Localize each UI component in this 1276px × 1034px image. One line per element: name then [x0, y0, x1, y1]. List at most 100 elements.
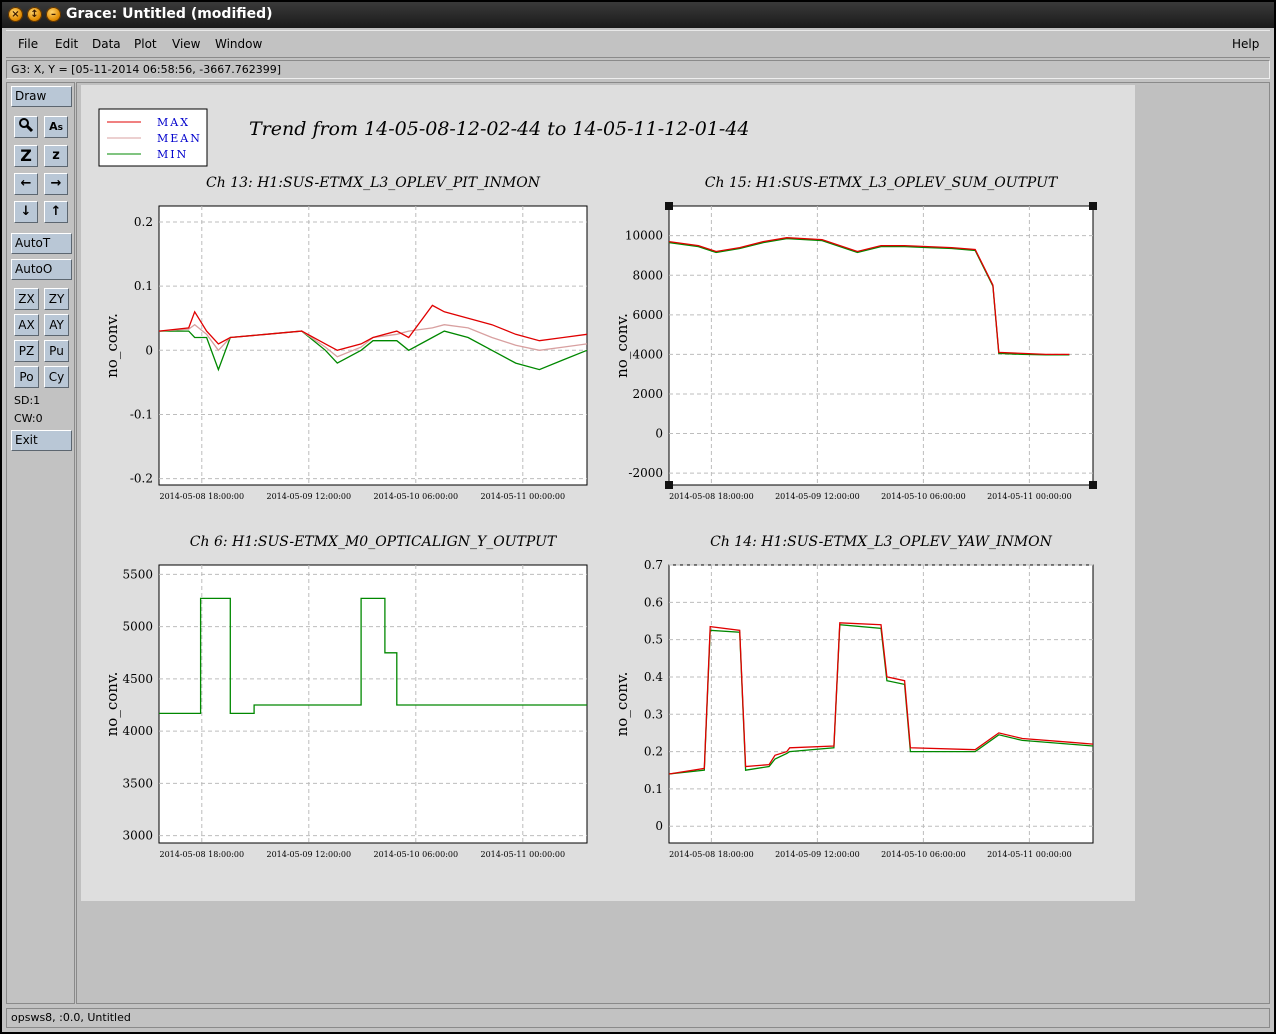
- ay-button[interactable]: AY: [44, 314, 69, 336]
- po-button[interactable]: Po: [14, 366, 39, 388]
- x-tick-label: 2014-05-09 12:00:00: [266, 492, 351, 501]
- chart-2[interactable]: 5500 5000 4500 4000 3500 3000 2014-05-08 18:00…: [103, 534, 588, 859]
- y-tick-label: 0.3: [644, 707, 663, 721]
- minimize-window-icon[interactable]: –: [46, 7, 61, 22]
- status-text: opsws8, :0.0, Untitled: [11, 1011, 131, 1024]
- x-tick-label: 2014-05-11 00:00:00: [480, 492, 565, 501]
- selection-handle[interactable]: [1089, 202, 1097, 210]
- autoo-button[interactable]: AutoO: [11, 259, 72, 280]
- menu-window[interactable]: Window: [215, 37, 262, 51]
- y-axis-label: no_conv.: [613, 672, 631, 737]
- chart-1[interactable]: 10000 8000 6000 4000 2000 0 -2000 2014-05-08 18…: [613, 175, 1097, 501]
- y-tick-label: -0.1: [130, 407, 153, 421]
- x-tick-label: 2014-05-11 00:00:00: [480, 850, 565, 859]
- x-tick-label: 2014-05-08 18:00:00: [669, 850, 754, 859]
- x-tick-label: 2014-05-10 06:00:00: [881, 850, 966, 859]
- plot-area[interactable]: [668, 205, 1094, 486]
- pu-button[interactable]: Pu: [44, 340, 69, 362]
- y-tick-label: 0.5: [644, 633, 663, 647]
- plot-area[interactable]: [668, 564, 1094, 844]
- y-tick-label: 0.2: [134, 215, 153, 229]
- autoscale-z-icon[interactable]: Z: [14, 145, 38, 167]
- y-tick-label: 2000: [632, 387, 663, 401]
- plot-page[interactable]: MAX MEAN MIN Trend from 14-05-08-12-02-4…: [81, 85, 1135, 901]
- title-bar[interactable]: × ↕ – Grace: Untitled (modified): [2, 2, 1274, 28]
- canvas-area[interactable]: MAX MEAN MIN Trend from 14-05-08-12-02-4…: [76, 82, 1270, 1004]
- x-tick-label: 2014-05-11 00:00:00: [987, 492, 1072, 501]
- chart-title: Ch 15: H1:SUS-ETMX_L3_OPLEV_SUM_OUTPUT: [705, 175, 1059, 191]
- draw-button[interactable]: Draw: [11, 86, 72, 107]
- legend[interactable]: MAX MEAN MIN: [98, 108, 208, 167]
- menu-help[interactable]: Help: [1232, 37, 1259, 51]
- locator-bar: G3: X, Y = [05-11-2014 06:58:56, -3667.7…: [6, 60, 1270, 79]
- chart-3[interactable]: 0.7 0.6 0.5 0.4 0.3 0.2 0.1 0 2014-05-08 18:00:0…: [613, 534, 1094, 859]
- y-tick-label: 0.7: [644, 558, 663, 572]
- locator-text: G3: X, Y = [05-11-2014 06:58:56, -3667.7…: [11, 63, 282, 76]
- figure-canvas[interactable]: MAX MEAN MIN Trend from 14-05-08-12-02-4…: [81, 85, 1135, 901]
- up-arrow-icon[interactable]: ↑: [44, 201, 68, 223]
- y-tick-label: 3000: [122, 829, 153, 843]
- legend-min-label: MIN: [157, 148, 188, 161]
- y-tick-label: 0.6: [644, 595, 663, 609]
- y-tick-label: 8000: [632, 268, 663, 282]
- right-arrow-icon[interactable]: →: [44, 173, 68, 195]
- zoom-icon[interactable]: [14, 116, 38, 138]
- chart-title: Ch 6: H1:SUS-ETMX_M0_OPTICALIGN_Y_OUTPUT: [190, 534, 558, 550]
- ax-button[interactable]: AX: [14, 314, 39, 336]
- plot-area[interactable]: [158, 564, 588, 844]
- menu-edit[interactable]: Edit: [55, 37, 78, 51]
- x-tick-label: 2014-05-08 18:00:00: [159, 850, 244, 859]
- menu-data[interactable]: Data: [92, 37, 121, 51]
- sd-indicator: SD:1: [14, 394, 41, 407]
- menu-view[interactable]: View: [172, 37, 200, 51]
- chart-title: Ch 14: H1:SUS-ETMX_L3_OPLEV_YAW_INMON: [710, 534, 1052, 550]
- y-tick-label: -2000: [628, 466, 663, 480]
- y-tick-label: 4000: [632, 347, 663, 361]
- x-tick-label: 2014-05-10 06:00:00: [373, 850, 458, 859]
- y-tick-label: 3500: [122, 776, 153, 790]
- legend-max-label: MAX: [157, 116, 190, 129]
- selection-handle[interactable]: [665, 202, 673, 210]
- y-tick-label: 6000: [632, 308, 663, 322]
- pz-button[interactable]: PZ: [14, 340, 39, 362]
- y-tick-label: 4500: [122, 672, 153, 686]
- y-axis-label: no_conv.: [103, 313, 121, 378]
- down-arrow-icon[interactable]: ↓: [14, 201, 38, 223]
- grace-window: × ↕ – Grace: Untitled (modified) File Ed…: [2, 2, 1274, 1032]
- text-icon[interactable]: As: [44, 116, 68, 138]
- figure-title: Trend from 14-05-08-12-02-44 to 14-05-11…: [249, 118, 750, 140]
- y-tick-label: 0: [655, 819, 663, 833]
- charts-group: 0.2 0.1 0 -0.1 -0.2 2014-05-08 18:00:00 2014-0…: [103, 175, 1097, 859]
- cy-button[interactable]: Cy: [44, 366, 69, 388]
- x-tick-label: 2014-05-09 12:00:00: [775, 850, 860, 859]
- x-tick-label: 2014-05-10 06:00:00: [373, 492, 458, 501]
- maximize-window-icon[interactable]: ↕: [27, 7, 42, 22]
- y-tick-label: -0.2: [130, 472, 153, 486]
- y-tick-label: 0: [145, 343, 153, 357]
- cw-indicator: CW:0: [14, 412, 43, 425]
- y-axis-label: no_conv.: [613, 313, 631, 378]
- zoom-z-icon[interactable]: z: [44, 145, 68, 167]
- y-tick-label: 0.2: [644, 745, 663, 759]
- chart-title: Ch 13: H1:SUS-ETMX_L3_OPLEV_PIT_INMON: [206, 175, 541, 191]
- autot-button[interactable]: AutoT: [11, 233, 72, 254]
- status-bar: opsws8, :0.0, Untitled: [6, 1008, 1270, 1028]
- y-axis-label: no_conv.: [103, 672, 121, 737]
- x-tick-label: 2014-05-08 18:00:00: [669, 492, 754, 501]
- y-tick-label: 10000: [625, 229, 663, 243]
- x-tick-label: 2014-05-11 00:00:00: [987, 850, 1072, 859]
- selection-handle[interactable]: [1089, 481, 1097, 489]
- zx-button[interactable]: ZX: [14, 288, 39, 310]
- left-arrow-icon[interactable]: ←: [14, 173, 38, 195]
- tool-panel: Draw As Z z ← → ↓ ↑ AutoT AutoO ZX ZY AX…: [6, 82, 75, 1004]
- chart-0[interactable]: 0.2 0.1 0 -0.1 -0.2 2014-05-08 18:00:00 2014-0…: [103, 175, 588, 501]
- menu-file[interactable]: File: [18, 37, 38, 51]
- y-tick-label: 0.1: [644, 782, 663, 796]
- y-tick-label: 0.4: [644, 670, 663, 684]
- menu-plot[interactable]: Plot: [134, 37, 157, 51]
- close-window-icon[interactable]: ×: [8, 7, 23, 22]
- x-tick-label: 2014-05-09 12:00:00: [775, 492, 860, 501]
- selection-handle[interactable]: [665, 481, 673, 489]
- zy-button[interactable]: ZY: [44, 288, 69, 310]
- exit-button[interactable]: Exit: [11, 430, 72, 451]
